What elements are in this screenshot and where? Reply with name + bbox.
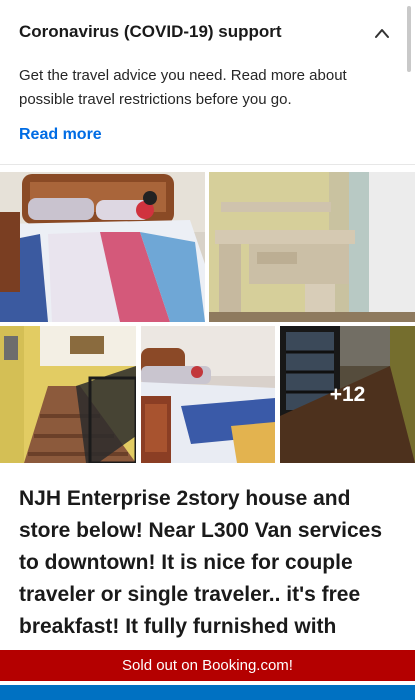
covid-banner-title: Coronavirus (COVID-19) support (19, 22, 282, 41)
more-photos-overlay[interactable]: +12 (280, 326, 415, 463)
property-title: NJH Enterprise 2story house and store be… (19, 487, 383, 638)
sold-out-banner: Sold out on Booking.com! (0, 650, 415, 681)
bed-chair-photo-image (141, 326, 275, 463)
gallery-photo-more[interactable]: +12 (280, 326, 415, 463)
gallery-photo-staircase[interactable] (0, 326, 136, 463)
scrollbar-thumb[interactable] (407, 6, 411, 72)
chevron-up-icon[interactable] (374, 27, 390, 39)
covid-banner: Coronavirus (COVID-19) support Get the t… (0, 0, 415, 165)
bedroom-photo-image (0, 172, 205, 322)
read-more-link[interactable]: Read more (19, 126, 102, 144)
covid-banner-text: Get the travel advice you need. Read mor… (19, 67, 347, 108)
gallery-photo-desk[interactable] (209, 172, 415, 322)
bottom-action-button[interactable] (0, 683, 415, 700)
desk-photo-image (209, 172, 415, 322)
staircase-photo-image (0, 326, 136, 463)
gallery-photo-bedroom[interactable] (0, 172, 205, 322)
sold-out-text: Sold out on Booking.com! (122, 657, 293, 674)
gallery-photo-bed-chair[interactable] (141, 326, 275, 463)
more-photos-count: +12 (329, 382, 366, 406)
